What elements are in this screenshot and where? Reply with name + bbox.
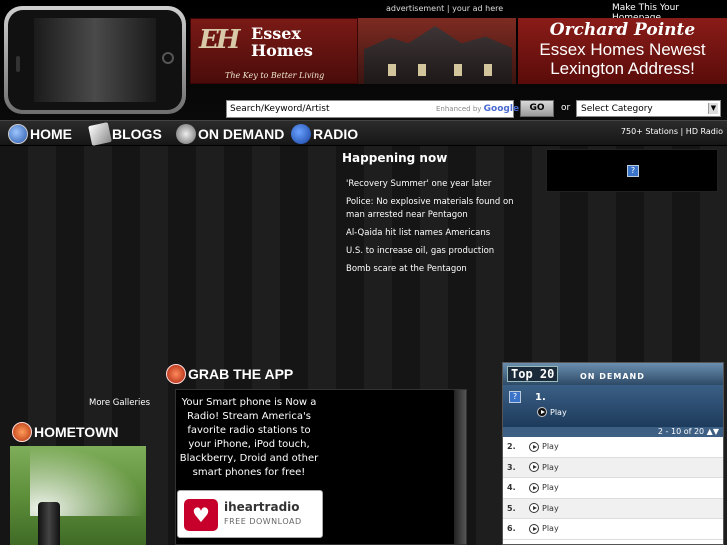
phone-graphic bbox=[4, 6, 186, 114]
orchard-pointe-line-1: Essex Homes Newest bbox=[539, 40, 706, 59]
play-label[interactable]: Play bbox=[542, 463, 559, 472]
top-20-row: 6. Play bbox=[503, 519, 723, 540]
category-select-value: Select Category bbox=[581, 104, 653, 114]
hometown-sprinkler-photo[interactable] bbox=[10, 446, 146, 545]
top-20-featured-item: ? 1. Play bbox=[503, 385, 723, 427]
news-list: 'Recovery Summer' one year later Police:… bbox=[346, 178, 526, 281]
essex-homes-banner[interactable]: EH Essex Homes The Key to Better Living bbox=[190, 18, 358, 84]
essex-homes-logo-mark: EH bbox=[199, 25, 240, 55]
rank-number: 6. bbox=[507, 524, 516, 534]
grab-the-app-title: GRAB THE APP bbox=[188, 366, 294, 382]
hometown-heading: HOMETOWN bbox=[12, 422, 119, 442]
phone-speaker-icon bbox=[16, 56, 20, 72]
rank-number: 3. bbox=[507, 462, 516, 472]
google-logo: Google bbox=[483, 104, 520, 114]
search-go-button[interactable]: GO bbox=[520, 100, 554, 117]
top-20-pager[interactable]: 2 - 10 of 20 ▲▼ bbox=[503, 427, 723, 437]
more-galleries-link[interactable]: More Galleries bbox=[89, 398, 150, 408]
nav-home-label: HOME bbox=[30, 126, 72, 142]
nav-home[interactable]: HOME bbox=[8, 124, 72, 144]
ad-placeholder[interactable]: ? bbox=[546, 149, 718, 192]
category-select[interactable]: Select Category ▼ bbox=[576, 100, 721, 117]
top-20-row: 3. Play bbox=[503, 457, 723, 478]
nav-blogs-label: BLOGS bbox=[112, 126, 162, 142]
missing-image-icon: ? bbox=[627, 165, 639, 177]
or-label: or bbox=[561, 103, 571, 113]
phone-home-button-icon bbox=[162, 52, 174, 64]
orchard-pointe-banner[interactable]: Orchard Pointe Essex Homes Newest Lexing… bbox=[518, 18, 727, 84]
nav-radio[interactable]: RADIO bbox=[291, 124, 358, 144]
news-item[interactable]: Bomb scare at the Pentagon bbox=[346, 263, 526, 276]
play-label[interactable]: Play bbox=[542, 524, 559, 533]
play-label[interactable]: Play bbox=[542, 442, 559, 451]
iheartradio-download-button[interactable]: iheartradio FREE DOWNLOAD bbox=[177, 490, 323, 538]
play-icon[interactable] bbox=[529, 503, 539, 514]
play-icon bbox=[537, 407, 547, 417]
sprinkler-head bbox=[38, 502, 60, 545]
news-item[interactable]: 'Recovery Summer' one year later bbox=[346, 178, 526, 191]
hometown-circle-icon bbox=[12, 422, 32, 442]
top-20-row: 4. Play bbox=[503, 478, 723, 499]
advertisement-label[interactable]: advertisement | your ad here bbox=[386, 4, 503, 13]
house-photo-banner[interactable] bbox=[358, 18, 516, 84]
home-globe-icon bbox=[8, 124, 28, 144]
play-icon[interactable] bbox=[529, 441, 539, 452]
top-20-row: 5. Play bbox=[503, 498, 723, 519]
iheartradio-logo-icon bbox=[184, 499, 218, 531]
play-label[interactable]: Play bbox=[542, 504, 559, 513]
happening-now-title: Happening now bbox=[342, 151, 448, 165]
play-icon[interactable] bbox=[529, 523, 539, 534]
orchard-pointe-title: Orchard Pointe bbox=[549, 20, 696, 40]
featured-play-button[interactable]: Play bbox=[537, 407, 567, 417]
radio-play-icon bbox=[291, 124, 311, 144]
play-icon[interactable] bbox=[529, 462, 539, 473]
app-promo-text: Your Smart phone is Now a Radio! Stream … bbox=[179, 397, 319, 478]
news-item[interactable]: U.S. to increase oil, gas production bbox=[346, 245, 526, 258]
play-label: Play bbox=[550, 407, 567, 417]
news-item[interactable]: Police: No explosive materials found on … bbox=[346, 196, 526, 222]
google-enhanced-badge: Enhanced by Google bbox=[436, 104, 519, 114]
blogs-icon bbox=[88, 122, 112, 146]
rank-number: 5. bbox=[507, 503, 516, 513]
main-nav: HOME BLOGS ON DEMAND RADIO 750+ Stations… bbox=[0, 120, 727, 146]
top-20-list: 2. Play 3. Play 4. Play 5. Play 6. Play bbox=[503, 437, 723, 540]
on-demand-icon bbox=[176, 124, 196, 144]
top-20-badge: Top 20 bbox=[507, 366, 559, 382]
essex-homes-logo-name: Essex Homes bbox=[251, 24, 313, 60]
top-20-row: 2. Play bbox=[503, 437, 723, 458]
featured-rank: 1. bbox=[535, 392, 546, 403]
play-label[interactable]: Play bbox=[542, 483, 559, 492]
iheartradio-name: iheartradio bbox=[224, 500, 300, 514]
nav-radio-label: RADIO bbox=[313, 126, 359, 142]
panel-edge bbox=[454, 390, 466, 544]
rank-number: 2. bbox=[507, 442, 516, 452]
missing-image-icon: ? bbox=[509, 391, 521, 403]
dropdown-arrow-icon: ▼ bbox=[708, 103, 718, 114]
nav-on-demand[interactable]: ON DEMAND bbox=[176, 124, 284, 144]
top-20-header: Top 20 ON DEMAND bbox=[503, 363, 723, 385]
hometown-title: HOMETOWN bbox=[34, 424, 119, 440]
enhanced-by-label: Enhanced by bbox=[436, 105, 482, 113]
free-download-label: FREE DOWNLOAD bbox=[224, 517, 302, 526]
nav-on-demand-label: ON DEMAND bbox=[198, 126, 285, 142]
play-icon[interactable] bbox=[529, 482, 539, 493]
essex-homes-tagline: The Key to Better Living bbox=[225, 71, 325, 80]
iheart-circle-icon bbox=[166, 364, 186, 384]
orchard-pointe-line-2: Lexington Address! bbox=[550, 59, 695, 78]
phone-screen bbox=[34, 18, 156, 102]
nav-blogs[interactable]: BLOGS bbox=[88, 122, 162, 146]
stations-info[interactable]: 750+ Stations | HD Radio bbox=[621, 127, 723, 136]
top-20-subtitle: ON DEMAND bbox=[580, 372, 645, 381]
news-item[interactable]: Al-Qaida hit list names Americans bbox=[346, 227, 526, 240]
top-20-widget: Top 20 ON DEMAND ? 1. Play 2 - 10 of 20 … bbox=[502, 362, 724, 545]
grab-the-app-heading: GRAB THE APP bbox=[166, 364, 293, 384]
rank-number: 4. bbox=[507, 483, 516, 493]
